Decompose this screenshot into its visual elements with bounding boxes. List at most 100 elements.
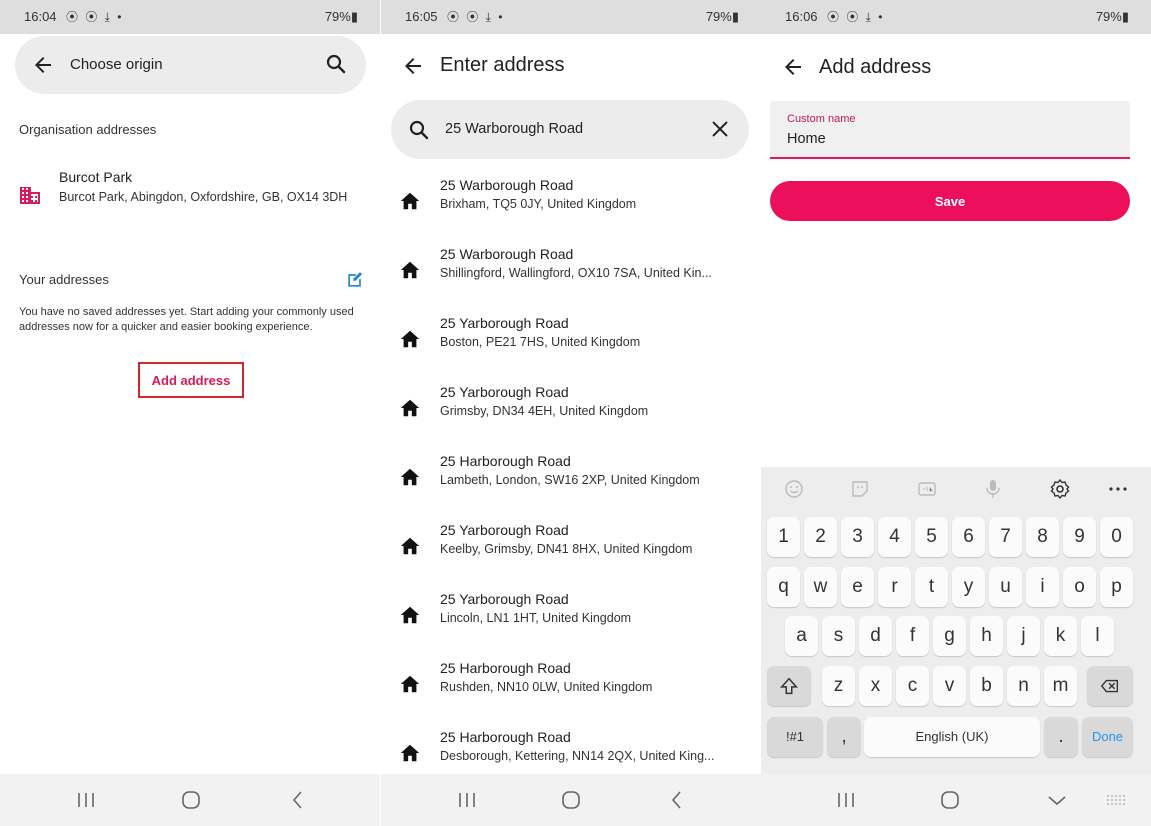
address-result-item[interactable]: 25 Yarborough Road Grimsby, DN34 4EH, Uni… — [381, 384, 761, 446]
key-m[interactable]: m — [1044, 666, 1077, 706]
key-n[interactable]: n — [1007, 666, 1040, 706]
more-options-icon[interactable] — [1106, 477, 1130, 501]
address-result-item[interactable]: 25 Warborough Road Brixham, TQ5 0JY, Unit… — [381, 177, 761, 239]
status-bar: 16:06 ⦿ ⦿ ⤓ • 79%▮ — [761, 0, 1151, 34]
recent-apps-icon[interactable] — [453, 788, 481, 812]
key-s[interactable]: s — [822, 616, 855, 656]
home-icon[interactable] — [177, 788, 205, 812]
address-result-item[interactable]: 25 Harborough Road Rushden, NN10 0LW, Uni… — [381, 660, 761, 722]
home-icon — [399, 466, 421, 488]
result-subtitle: Shillingford, Wallingford, OX10 7SA, Uni… — [440, 266, 712, 280]
key-5[interactable]: 5 — [915, 517, 948, 557]
key-z[interactable]: z — [822, 666, 855, 706]
address-result-item[interactable]: 25 Harborough Road Lambeth, London, SW16 … — [381, 453, 761, 515]
key-g[interactable]: g — [933, 616, 966, 656]
search-icon[interactable] — [324, 52, 348, 76]
result-title: 25 Harborough Road — [440, 453, 571, 469]
organisation-addresses-heading: Organisation addresses — [19, 122, 157, 137]
battery-indicator: 79%▮ — [705, 9, 739, 24]
space-key[interactable]: English (UK) — [864, 717, 1040, 757]
save-button[interactable]: Save — [770, 181, 1130, 221]
key-a[interactable]: a — [785, 616, 818, 656]
sticker-icon[interactable] — [848, 477, 872, 501]
key-p[interactable]: p — [1100, 567, 1133, 607]
key-3[interactable]: 3 — [841, 517, 874, 557]
home-icon — [399, 328, 421, 350]
origin-search-bar[interactable]: Choose origin — [15, 36, 366, 94]
symbols-key[interactable]: !#1 — [767, 717, 823, 757]
org-address-name[interactable]: Burcot Park — [59, 169, 132, 185]
home-icon — [399, 397, 421, 419]
key-j[interactable]: j — [1007, 616, 1040, 656]
recent-apps-icon[interactable] — [832, 788, 860, 812]
home-icon — [399, 673, 421, 695]
custom-name-field[interactable]: Custom name — [770, 101, 1130, 159]
key-r[interactable]: r — [878, 567, 911, 607]
gif-icon[interactable] — [915, 477, 939, 501]
key-6[interactable]: 6 — [952, 517, 985, 557]
key-w[interactable]: w — [804, 567, 837, 607]
key-t[interactable]: t — [915, 567, 948, 607]
key-u[interactable]: u — [989, 567, 1022, 607]
add-address-button[interactable]: Add address — [138, 362, 244, 398]
hide-keyboard-icon[interactable] — [1043, 788, 1071, 812]
back-arrow-icon[interactable] — [401, 54, 425, 78]
home-icon[interactable] — [936, 788, 964, 812]
key-h[interactable]: h — [970, 616, 1003, 656]
clear-icon[interactable] — [709, 118, 731, 140]
address-search-input[interactable] — [445, 117, 695, 141]
key-o[interactable]: o — [1063, 567, 1096, 607]
result-subtitle: Keelby, Grimsby, DN41 8HX, United Kingdo… — [440, 542, 693, 556]
key-2[interactable]: 2 — [804, 517, 837, 557]
recent-apps-icon[interactable] — [72, 788, 100, 812]
custom-name-input[interactable] — [787, 131, 1107, 147]
key-4[interactable]: 4 — [878, 517, 911, 557]
key-8[interactable]: 8 — [1026, 517, 1059, 557]
result-subtitle: Boston, PE21 7HS, United Kingdom — [440, 335, 641, 349]
key-q[interactable]: q — [767, 567, 800, 607]
address-result-item[interactable]: 25 Yarborough Road Boston, PE21 7HS, Unit… — [381, 315, 761, 377]
search-icon — [407, 118, 431, 142]
home-icon — [399, 535, 421, 557]
home-icon[interactable] — [557, 788, 585, 812]
back-nav-icon[interactable] — [663, 788, 691, 812]
settings-gear-icon[interactable] — [1048, 477, 1072, 501]
key-d[interactable]: d — [859, 616, 892, 656]
microphone-icon[interactable] — [981, 477, 1005, 501]
key-v[interactable]: v — [933, 666, 966, 706]
key-f[interactable]: f — [896, 616, 929, 656]
key-7[interactable]: 7 — [989, 517, 1022, 557]
key-1[interactable]: 1 — [767, 517, 800, 557]
edit-icon[interactable] — [345, 270, 365, 290]
backspace-key[interactable] — [1087, 666, 1133, 706]
keyboard-switch-icon[interactable] — [1103, 788, 1131, 812]
key-b[interactable]: b — [970, 666, 1003, 706]
back-nav-icon[interactable] — [284, 788, 312, 812]
result-subtitle: Brixham, TQ5 0JY, United Kingdom — [440, 197, 637, 211]
status-time: 16:06 — [785, 9, 818, 24]
address-result-item[interactable]: 25 Yarborough Road Lincoln, LN1 1HT, Unit… — [381, 591, 761, 653]
key-y[interactable]: y — [952, 567, 985, 607]
period-key[interactable]: . — [1044, 717, 1078, 757]
back-arrow-icon[interactable] — [31, 53, 55, 77]
shift-key[interactable] — [767, 666, 811, 706]
key-0[interactable]: 0 — [1100, 517, 1133, 557]
enter-address-screen: 16:05 ⦿ ⦿ ⤓ • 79%▮ Enter address 25 Warb… — [381, 0, 761, 826]
emoji-icon[interactable] — [782, 477, 806, 501]
status-icons: ⦿ ⦿ ⤓ • — [827, 10, 885, 24]
result-subtitle: Grimsby, DN34 4EH, United Kingdom — [440, 404, 649, 418]
key-9[interactable]: 9 — [1063, 517, 1096, 557]
org-address-detail[interactable]: Burcot Park, Abingdon, Oxfordshire, GB, … — [59, 189, 359, 205]
key-e[interactable]: e — [841, 567, 874, 607]
key-c[interactable]: c — [896, 666, 929, 706]
result-title: 25 Yarborough Road — [440, 522, 569, 538]
key-i[interactable]: i — [1026, 567, 1059, 607]
back-arrow-icon[interactable] — [781, 55, 805, 79]
address-result-item[interactable]: 25 Warborough Road Shillingford, Wallingf… — [381, 246, 761, 308]
key-x[interactable]: x — [859, 666, 892, 706]
comma-key[interactable]: , — [827, 717, 861, 757]
key-k[interactable]: k — [1044, 616, 1077, 656]
key-l[interactable]: l — [1081, 616, 1114, 656]
address-result-item[interactable]: 25 Yarborough Road Keelby, Grimsby, DN41 … — [381, 522, 761, 584]
done-key[interactable]: Done — [1082, 717, 1133, 757]
